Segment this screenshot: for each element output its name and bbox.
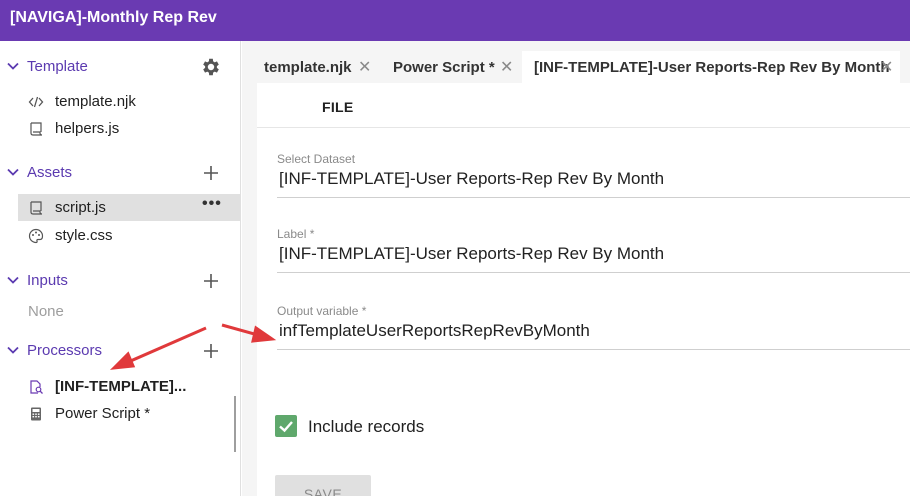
- chevron-down-icon[interactable]: [6, 165, 20, 179]
- sidebar-item-label: Power Script *: [55, 405, 151, 422]
- sidebar-item-processor-dataset[interactable]: [INF-TEMPLATE]...: [18, 373, 240, 400]
- script-icon: [30, 122, 43, 136]
- section-assets[interactable]: Assets: [0, 160, 240, 186]
- app-title-bar: [NAVIGA]-Monthly Rep Rev: [0, 0, 910, 41]
- sidebar-item-template-njk[interactable]: template.njk: [18, 88, 240, 115]
- sidebar-item-label: template.njk: [55, 93, 136, 110]
- editor-area: template.njk ✕ Power Script * ✕ [INF-TEM…: [242, 41, 910, 496]
- field-label: Select Dataset: [277, 152, 356, 166]
- dataset-search-icon: [30, 380, 43, 394]
- section-processors[interactable]: Processors: [0, 338, 240, 364]
- select-dataset-field[interactable]: Select Dataset [INF-TEMPLATE]-User Repor…: [277, 152, 910, 200]
- chevron-down-icon[interactable]: [6, 273, 20, 287]
- chevron-down-icon[interactable]: [6, 59, 20, 73]
- processor-panel: FILE Select Dataset [INF-TEMPLATE]-User …: [257, 83, 910, 496]
- chevron-down-icon[interactable]: [6, 343, 20, 357]
- field-label: Output variable *: [277, 304, 367, 318]
- output-variable-input[interactable]: infTemplateUserReportsRepRevByMonth: [279, 321, 590, 341]
- section-template[interactable]: Template: [0, 54, 240, 80]
- sidebar-item-style-css[interactable]: style.css: [18, 222, 240, 249]
- label-field[interactable]: Label * [INF-TEMPLATE]-User Reports-Rep …: [277, 227, 910, 275]
- add-icon[interactable]: [200, 340, 222, 362]
- add-icon[interactable]: [200, 270, 222, 292]
- include-records-label: Include records: [308, 417, 425, 436]
- field-label: Label *: [277, 227, 315, 241]
- include-records-checkbox[interactable]: [275, 415, 297, 437]
- add-icon[interactable]: [200, 162, 222, 184]
- output-variable-field[interactable]: Output variable * infTemplateUserReports…: [277, 304, 910, 352]
- sidebar-item-helpers-js[interactable]: helpers.js: [18, 115, 240, 142]
- tab-label: Power Script *: [393, 59, 495, 76]
- more-options-icon[interactable]: •••: [202, 195, 222, 213]
- sidebar-item-label: helpers.js: [55, 120, 120, 137]
- script-icon: [30, 201, 43, 215]
- field-underline: [277, 272, 910, 273]
- section-template-title: Template: [27, 58, 88, 75]
- code-icon: [28, 96, 44, 108]
- sidebar-scrollbar[interactable]: [234, 396, 236, 452]
- gear-icon[interactable]: [200, 56, 222, 78]
- calculator-icon: [31, 407, 41, 421]
- tab-inf-template[interactable]: [INF-TEMPLATE]-User Reports-Rep Rev By M…: [522, 51, 900, 83]
- close-icon[interactable]: ✕: [500, 57, 513, 77]
- tab-bar: template.njk ✕ Power Script * ✕ [INF-TEM…: [242, 41, 910, 83]
- sidebar: Template template.njk helpers.js Assets …: [0, 41, 241, 496]
- checkmark-icon: [279, 421, 293, 433]
- tab-power-script[interactable]: Power Script * ✕: [381, 51, 519, 83]
- select-dataset-value[interactable]: [INF-TEMPLATE]-User Reports-Rep Rev By M…: [279, 169, 664, 189]
- file-menu[interactable]: FILE: [322, 99, 354, 115]
- field-underline: [277, 197, 910, 198]
- inputs-empty-text: None: [28, 303, 64, 320]
- tab-template-njk[interactable]: template.njk ✕: [252, 51, 378, 83]
- sidebar-item-script-js[interactable]: script.js •••: [18, 194, 240, 221]
- section-inputs-title: Inputs: [27, 272, 68, 289]
- section-inputs[interactable]: Inputs: [0, 268, 240, 294]
- sidebar-item-label: style.css: [55, 227, 113, 244]
- panel-menu-bar: FILE: [257, 83, 910, 128]
- tab-label: [INF-TEMPLATE]-User Reports-Rep Rev By M…: [534, 59, 890, 76]
- tab-label: template.njk: [264, 59, 352, 76]
- sidebar-item-label: script.js: [55, 199, 106, 216]
- palette-icon: [28, 228, 44, 244]
- section-processors-title: Processors: [27, 342, 103, 359]
- app-title: [NAVIGA]-Monthly Rep Rev: [10, 9, 217, 26]
- sidebar-item-label: [INF-TEMPLATE]...: [55, 378, 187, 395]
- section-assets-title: Assets: [27, 164, 73, 181]
- field-underline: [277, 349, 910, 350]
- close-icon[interactable]: ✕: [880, 57, 893, 77]
- close-icon[interactable]: ✕: [358, 57, 371, 77]
- sidebar-item-power-script[interactable]: Power Script *: [18, 400, 240, 427]
- label-input[interactable]: [INF-TEMPLATE]-User Reports-Rep Rev By M…: [279, 244, 664, 264]
- save-button[interactable]: SAVE: [275, 475, 371, 496]
